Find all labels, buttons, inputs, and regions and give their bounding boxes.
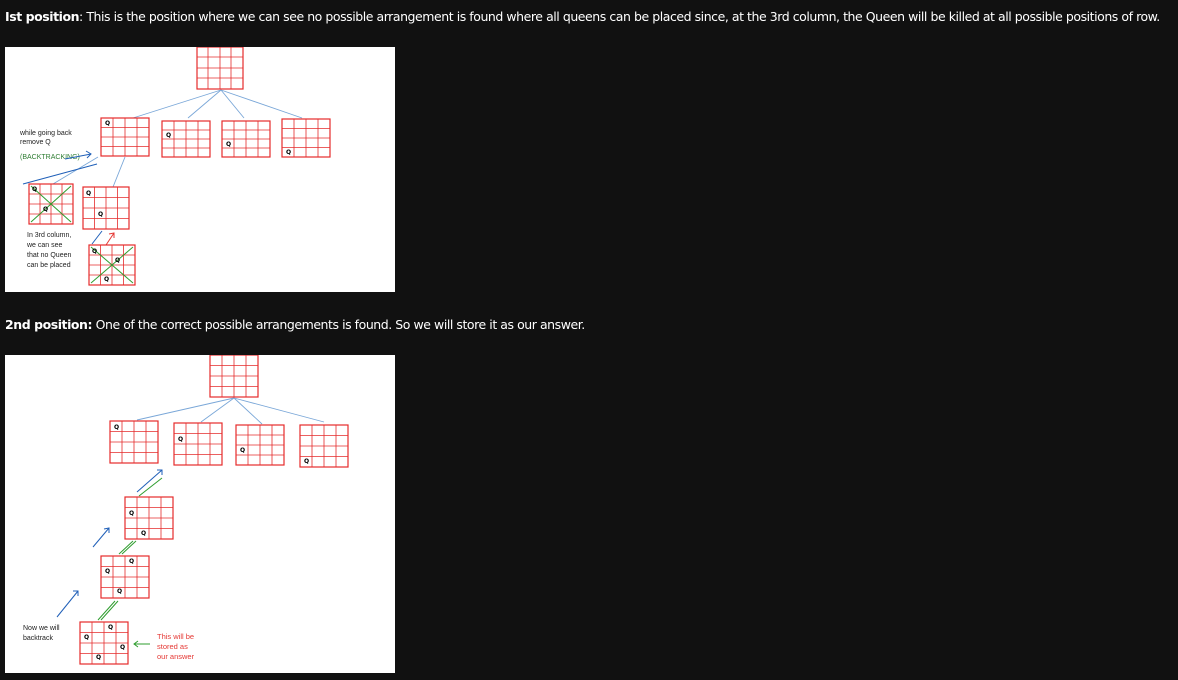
queen-mark: Q [129, 510, 134, 517]
note-3rd-column-1: In 3rd column, [27, 232, 71, 239]
level1-board-4: Q [281, 118, 331, 158]
note-answer-1: This will be [157, 632, 194, 641]
note-3rd-column-4: can be placed [27, 262, 71, 269]
answer-board: Q Q Q Q [79, 621, 129, 665]
note-going-back: while going back [19, 130, 72, 137]
note-3rd-column-3: that no Queen [27, 252, 71, 259]
paragraph-first-position: Ist position: This is the position where… [5, 9, 1160, 25]
queen-mark: Q [117, 588, 122, 595]
note-backtrack-1: Now we will [23, 625, 60, 632]
level2-board: Q Q [124, 496, 174, 540]
queen-mark: Q [92, 248, 97, 255]
level3-board: Q Q Q [100, 555, 150, 599]
queen-mark: Q [166, 132, 171, 139]
queen-mark: Q [226, 141, 231, 148]
queen-mark: Q [120, 644, 125, 651]
queen-mark: Q [43, 206, 48, 213]
queen-mark: Q [129, 558, 134, 565]
figure-first-position: Q Q Q Q while going back remove Q (BACKT… [5, 47, 395, 292]
queen-mark: Q [114, 424, 119, 431]
second-position-diagram: Q Q Q Q Q Q Q Q Q Now we will backtrack … [23, 355, 349, 665]
queen-mark: Q [304, 458, 309, 465]
level1-board-1: Q [109, 420, 159, 464]
queen-mark: Q [104, 276, 109, 283]
queen-mark: Q [32, 186, 37, 193]
first-position-diagram: Q Q Q Q while going back remove Q (BACKT… [19, 47, 331, 286]
queen-mark: Q [141, 530, 146, 537]
queen-mark: Q [115, 257, 120, 264]
note-answer-3: our answer [157, 652, 195, 661]
level2-board-crossed: Q Q [28, 183, 74, 225]
level2-board: Q Q [82, 186, 130, 230]
level1-board-4: Q [299, 424, 349, 468]
queen-mark: Q [105, 120, 110, 127]
level1-board-2: Q [161, 120, 211, 158]
queen-mark: Q [86, 190, 91, 197]
note-remove-q: remove Q [20, 139, 51, 146]
second-position-text: One of the correct possible arrangements… [92, 317, 586, 332]
figure-second-position: Q Q Q Q Q Q Q Q Q Now we will backtrack … [5, 355, 395, 673]
level1-board-3: Q [235, 424, 285, 466]
root-board [209, 355, 259, 398]
second-position-label: 2nd position: [5, 317, 93, 332]
queen-mark: Q [96, 654, 101, 661]
queen-mark: Q [240, 447, 245, 454]
queen-mark: Q [178, 436, 183, 443]
first-position-label: Ist position [5, 9, 80, 24]
level3-board-crossed: Q Q Q [88, 244, 136, 286]
level1-board-1: Q [100, 117, 150, 157]
first-position-text: : This is the position where we can see … [79, 9, 1160, 24]
note-backtrack-2: backtrack [23, 635, 53, 642]
paragraph-second-position: 2nd position: One of the correct possibl… [5, 317, 585, 333]
queen-mark: Q [98, 211, 103, 218]
queen-mark: Q [105, 568, 110, 575]
level1-board-2: Q [173, 422, 223, 466]
queen-mark: Q [286, 149, 291, 156]
level1-board-3: Q [221, 120, 271, 158]
queen-mark: Q [84, 634, 89, 641]
root-board [196, 47, 244, 90]
note-answer-2: stored as [157, 642, 188, 651]
queen-mark: Q [108, 624, 113, 631]
note-3rd-column-2: we can see [26, 242, 63, 249]
